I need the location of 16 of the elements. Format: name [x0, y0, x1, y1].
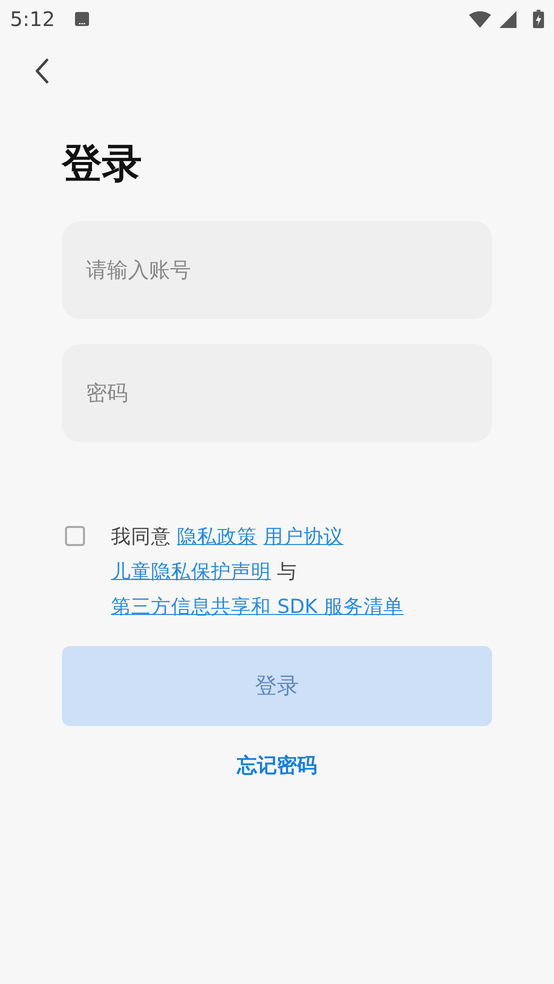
forgot-password-link[interactable]: 忘记密码 [237, 752, 317, 779]
agreement-link[interactable]: 儿童隐私保护声明 [111, 560, 271, 583]
back-icon[interactable] [35, 58, 49, 84]
wifi-icon [469, 10, 491, 28]
signal-icon [497, 10, 519, 28]
agreement-text: 我同意 隐私政策 用户协议 儿童隐私保护声明 与 第三方信息共享和 SDK 服务清单 [111, 524, 405, 620]
agreement-checkbox[interactable] [65, 526, 85, 546]
agreement-link[interactable]: 第三方信息共享和 SDK 服务清单 [111, 595, 404, 618]
battery-icon [533, 9, 544, 29]
input-field[interactable]: 密码 [62, 344, 492, 442]
agreement-link[interactable]: 用户协议 [263, 525, 344, 548]
notification-icon [74, 12, 89, 26]
page-title: 登录 [62, 140, 143, 189]
status-time: 5:12 [10, 7, 55, 31]
input-field[interactable]: 请输入账号 [62, 221, 492, 319]
agreement-link[interactable]: 隐私政策 [177, 525, 258, 548]
